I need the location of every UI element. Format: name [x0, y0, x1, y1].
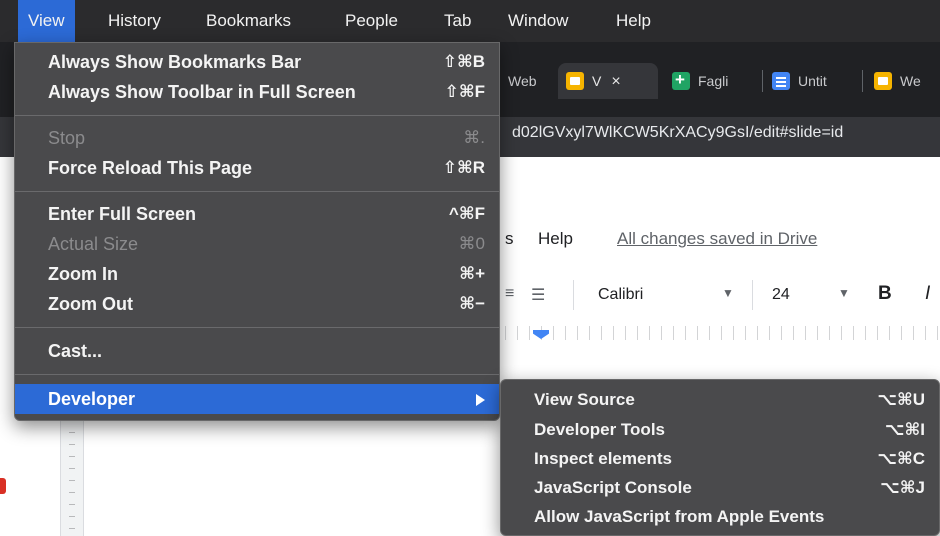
slide-thumbnail-edge[interactable] — [0, 478, 6, 494]
menu-item-actual-size: Actual Size ⌘0 — [15, 229, 499, 259]
bold-button[interactable]: B — [878, 283, 892, 305]
menubar-history[interactable]: History — [98, 0, 171, 42]
tab-label: Web — [508, 73, 537, 89]
menu-item-javascript-console[interactable]: JavaScript Console ⌥⌘J — [501, 473, 939, 503]
save-status-link[interactable]: All changes saved in Drive — [617, 229, 817, 249]
menu-item-shortcut: ⌥⌘C — [877, 449, 925, 468]
chevron-down-icon[interactable]: ▼ — [722, 286, 734, 300]
horizontal-ruler — [505, 326, 940, 340]
menu-item-inspect-elements[interactable]: Inspect elements ⌥⌘C — [501, 444, 939, 474]
menu-item-label: Developer Tools — [534, 420, 665, 439]
menu-item-view-source[interactable]: View Source ⌥⌘U — [501, 385, 939, 415]
doc-menu-help[interactable]: Help — [538, 229, 573, 249]
toolbar-divider — [573, 280, 574, 310]
menu-item-allow-javascript-apple-events[interactable]: Allow JavaScript from Apple Events — [501, 502, 939, 532]
menu-item-label: Enter Full Screen — [48, 204, 197, 224]
tab-label: Fagli — [698, 73, 729, 89]
menu-item-shortcut: ⌘. — [463, 128, 485, 147]
menu-item-label: Always Show Bookmarks Bar — [48, 52, 302, 72]
menu-item-enter-full-screen[interactable]: Enter Full Screen ^⌘F — [15, 199, 499, 229]
menubar-help[interactable]: Help — [606, 0, 661, 42]
sheets-icon — [672, 63, 690, 98]
menubar-tab[interactable]: Tab — [434, 0, 481, 42]
toolbar-divider — [752, 280, 753, 310]
menu-item-label: Allow JavaScript from Apple Events — [534, 507, 825, 526]
developer-submenu: View Source ⌥⌘U Developer Tools ⌥⌘I Insp… — [500, 379, 940, 536]
menu-item-shortcut: ^⌘F — [448, 204, 485, 223]
menu-separator — [15, 115, 499, 116]
menu-item-shortcut: ⇧⌘B — [442, 52, 485, 71]
font-selector[interactable]: Calibri — [598, 286, 643, 304]
menu-bar: View History Bookmarks People Tab Window… — [0, 0, 940, 42]
menu-item-cast[interactable]: Cast... — [15, 336, 499, 366]
menu-item-shortcut: ⌥⌘U — [877, 390, 925, 409]
menu-separator — [15, 374, 499, 375]
menu-item-shortcut: ⌥⌘J — [880, 478, 925, 497]
menu-item-always-show-bookmarks-bar[interactable]: Always Show Bookmarks Bar ⇧⌘B — [15, 47, 499, 77]
slides-icon — [874, 72, 892, 91]
menu-item-label: Developer — [48, 389, 136, 409]
submenu-arrow-icon — [476, 394, 485, 406]
doc-menu-partial[interactable]: s — [505, 229, 514, 249]
menu-item-label: Inspect elements — [534, 449, 672, 468]
menu-item-label: Zoom Out — [48, 294, 133, 314]
menu-item-force-reload[interactable]: Force Reload This Page ⇧⌘R — [15, 153, 499, 183]
slides-icon — [566, 72, 584, 91]
address-bar-text[interactable]: d02lGVxyl7WlKCW5KrXACy9GsI/edit#slide=id — [512, 124, 843, 142]
menu-item-label: Force Reload This Page — [48, 158, 253, 178]
docs-icon — [772, 72, 790, 91]
menubar-window[interactable]: Window — [498, 0, 578, 42]
menu-item-label: Stop — [48, 128, 86, 148]
menubar-view[interactable]: View — [18, 0, 75, 42]
vertical-ruler — [60, 420, 84, 536]
tab-label: Untit — [798, 73, 827, 89]
menu-item-shortcut: ⇧⌘R — [442, 158, 485, 177]
menu-item-label: View Source — [534, 390, 635, 409]
font-size-selector[interactable]: 24 — [772, 286, 790, 304]
menu-item-shortcut: ⌘0 — [458, 234, 485, 253]
menu-item-label: Actual Size — [48, 234, 139, 254]
tab-docs[interactable]: Untit — [764, 63, 858, 99]
menu-item-label: Zoom In — [48, 264, 118, 284]
menu-item-developer[interactable]: Developer — [15, 384, 499, 414]
menu-item-label: JavaScript Console — [534, 478, 692, 497]
menu-item-developer-tools[interactable]: Developer Tools ⌥⌘I — [501, 415, 939, 445]
menu-separator — [15, 327, 499, 328]
tab-slides-2[interactable]: We — [866, 63, 940, 99]
menu-item-stop: Stop ⌘. — [15, 123, 499, 153]
close-icon[interactable]: × — [611, 73, 620, 90]
menu-separator — [15, 191, 499, 192]
tab-label: V — [592, 73, 602, 89]
menu-item-shortcut: ⌘− — [459, 294, 485, 313]
menu-item-label: Cast... — [48, 341, 103, 361]
menu-item-shortcut: ⇧⌘F — [444, 82, 485, 101]
line-spacing-icon[interactable]: ☰ — [531, 285, 545, 305]
toolbar-partial-icon[interactable]: ≡ — [505, 285, 514, 303]
menu-item-label: Always Show Toolbar in Full Screen — [48, 82, 356, 102]
menu-item-always-show-toolbar-full-screen[interactable]: Always Show Toolbar in Full Screen ⇧⌘F — [15, 77, 499, 107]
menu-item-zoom-in[interactable]: Zoom In ⌘+ — [15, 259, 499, 289]
slide-filmstrip — [0, 420, 60, 536]
menu-item-zoom-out[interactable]: Zoom Out ⌘− — [15, 289, 499, 319]
chevron-down-icon[interactable]: ▼ — [838, 286, 850, 300]
menubar-people[interactable]: People — [335, 0, 408, 42]
view-menu: Always Show Bookmarks Bar ⇧⌘B Always Sho… — [14, 42, 500, 421]
tab-label: We — [900, 73, 921, 89]
tab-active-slides[interactable]: V × — [558, 63, 658, 99]
tab-sheets[interactable]: Fagli — [664, 63, 758, 99]
italic-button[interactable]: I — [925, 283, 930, 305]
menu-item-shortcut: ⌥⌘I — [884, 420, 925, 439]
tab-web[interactable]: Web — [500, 63, 555, 99]
menu-item-shortcut: ⌘+ — [459, 264, 485, 283]
menubar-bookmarks[interactable]: Bookmarks — [196, 0, 301, 42]
tab-divider — [862, 70, 863, 92]
tab-divider — [762, 70, 763, 92]
